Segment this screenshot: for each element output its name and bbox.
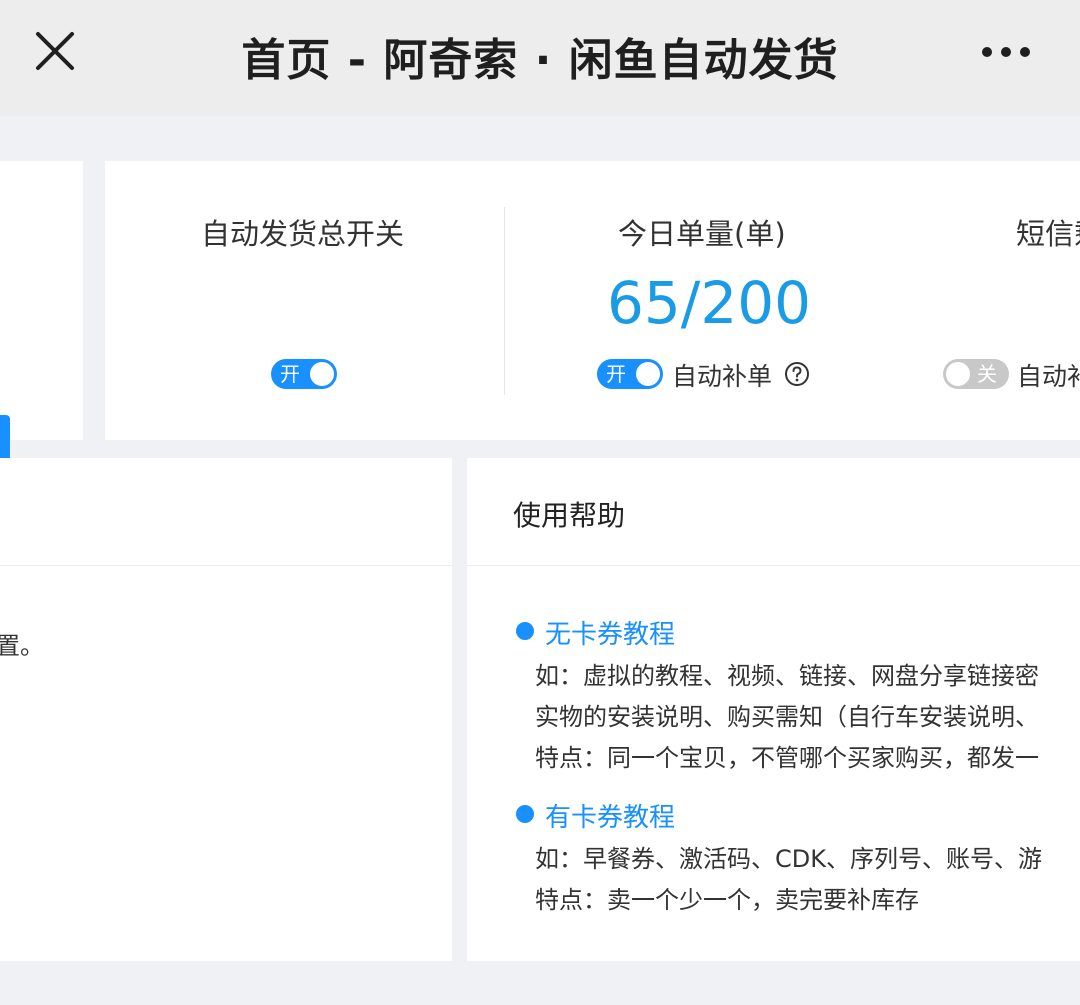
toggle-knob [310,362,334,386]
more-button[interactable] [976,36,1036,66]
top-bar: 首页 - 阿奇索 · 闲鱼自动发货 [0,0,1080,116]
help-line: 特点：同一个宝贝，不管哪个买家购买，都发一 [535,744,1039,772]
help-title: 使用帮助 [513,499,626,532]
stats-card: 自动发货总开关 开 今日单量(单) 65/200 开 自动补单 短信剩 关 自动… [105,161,1080,440]
bullet-icon [516,805,534,823]
no-card-tutorial-link[interactable]: 无卡券教程 [545,614,675,651]
today-orders-label: 今日单量(单) [618,217,786,251]
page-title: 首页 - 阿奇索 · 闲鱼自动发货 [241,35,839,86]
auto-ship-toggle-label: 开 [280,362,300,386]
help-line: 实物的安装说明、购买需知（自行车安装说明、 [535,703,1039,731]
help-line: 如：早餐券、激活码、CDK、序列号、账号、游 [535,845,1042,873]
auto-ship-toggle[interactable]: 开 [271,359,337,389]
auto-ship-label: 自动发货总开关 [201,217,405,251]
auto-replenish-label: 自动补单 [672,362,773,391]
bullet-icon [516,622,534,640]
help-button[interactable] [784,361,810,387]
stats-divider [504,207,505,395]
help-divider [467,565,1080,566]
toggle-knob [946,362,970,386]
help-line: 如：虚拟的教程、视频、链接、网盘分享链接密 [535,662,1039,690]
question-circle-icon [785,362,809,386]
today-orders-value: 65/200 [607,269,812,337]
left-card-top [0,161,83,461]
sms-auto-label: 自动补 [1017,362,1080,391]
auto-replenish-toggle[interactable]: 开 [597,359,663,389]
left-card-divider [0,565,452,566]
auto-replenish-toggle-label: 开 [606,362,626,386]
sms-auto-toggle[interactable]: 关 [943,359,1009,389]
sms-label: 短信剩 [1016,217,1080,251]
card-tutorial-link[interactable]: 有卡券教程 [545,797,675,834]
sms-toggle-label: 关 [977,362,997,386]
blue-action-button[interactable] [0,415,10,461]
help-card: 使用帮助 无卡券教程 如：虚拟的教程、视频、链接、网盘分享链接密 实物的安装说明… [467,458,1080,961]
left-card-bottom: 置。 [0,458,452,961]
toggle-knob [636,362,660,386]
help-line: 特点：卖一个少一个，卖完要补库存 [535,886,919,914]
left-card-text: 置。 [0,632,44,660]
